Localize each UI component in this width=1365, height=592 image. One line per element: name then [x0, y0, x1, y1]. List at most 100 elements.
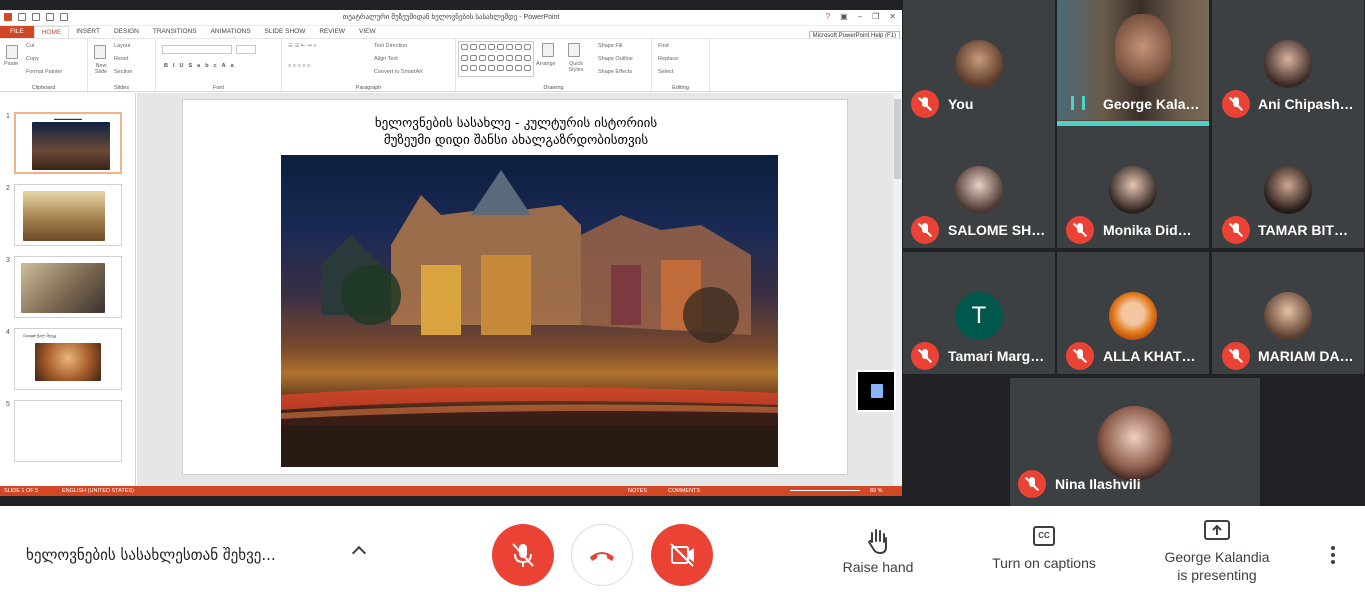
captions-button[interactable]: CC Turn on captions: [983, 526, 1105, 572]
mic-off-icon: [1018, 470, 1046, 498]
mic-off-icon: [1222, 216, 1250, 244]
camera-off-icon: [670, 543, 694, 567]
ribbon-display-icon[interactable]: ▣: [840, 12, 848, 21]
new-slide-icon[interactable]: [94, 45, 106, 59]
zoom-slider[interactable]: [790, 490, 860, 491]
avatar: [1109, 166, 1157, 214]
thumb-number: 1: [6, 113, 10, 120]
select-button[interactable]: Select: [658, 69, 673, 75]
slide-thumbnail-2[interactable]: [14, 184, 122, 246]
zoom-level[interactable]: 89 %: [870, 486, 883, 496]
ppt-window-title: თეატრალური მუზეუმიდან ხელოვნების სასახლე…: [342, 14, 560, 21]
help-icon[interactable]: ?: [826, 12, 830, 21]
slide-thumbnail-5[interactable]: [14, 400, 122, 462]
meeting-controls-bar: ხელოვნების სასახლესთან შეხვე... Raise ha…: [0, 506, 1365, 592]
tab-slide-show[interactable]: SLIDE SHOW: [258, 26, 313, 38]
presentation-bookmark-icon[interactable]: [856, 370, 896, 412]
paste-label[interactable]: Paste: [4, 61, 18, 67]
tab-animations[interactable]: ANIMATIONS: [204, 26, 258, 38]
participant-tile: TAMAR BIT…: [1212, 126, 1364, 248]
meeting-title[interactable]: ხელოვნების სასახლესთან შეხვე...: [26, 546, 276, 564]
participant-tile: MARIAM DA…: [1212, 252, 1364, 374]
notes-button[interactable]: NOTES: [628, 486, 647, 496]
participant-tile: Ani Chipash…: [1212, 0, 1364, 126]
align-text-button[interactable]: Align Text: [374, 56, 398, 62]
section-button[interactable]: Section: [114, 69, 132, 75]
font-format-buttons[interactable]: BIUSabcAa: [164, 63, 239, 69]
tab-review[interactable]: REVIEW: [312, 26, 352, 38]
paragraph-group: ☰ ☰ ⇤ ⇥ ≡ ≡ ≡ ≡ ≡ ≡ Text Direction Align…: [282, 39, 456, 93]
thumb-image-4: [35, 343, 101, 381]
tab-transitions[interactable]: TRANSITIONS: [146, 26, 204, 38]
comments-button[interactable]: COMMENTS: [668, 486, 700, 496]
shape-outline-button[interactable]: Shape Outline: [598, 56, 633, 62]
slide-thumbnail-1[interactable]: ▬▬▬▬▬▬▬: [14, 112, 122, 174]
avatar-initial: T: [971, 302, 987, 329]
tab-design[interactable]: DESIGN: [107, 26, 146, 38]
convert-smartart-button[interactable]: Convert to SmartArt: [374, 69, 423, 75]
thumb-image-1: [32, 122, 110, 170]
chevron-up-icon[interactable]: [351, 545, 367, 561]
tab-insert[interactable]: INSERT: [69, 26, 107, 38]
mic-toggle-button[interactable]: [492, 524, 554, 586]
thumb-number: 2: [6, 185, 10, 192]
thumb-image-2: [23, 191, 105, 241]
quick-styles-icon[interactable]: [568, 43, 580, 57]
tab-home[interactable]: HOME: [33, 26, 70, 38]
raise-hand-button[interactable]: Raise hand: [838, 526, 918, 576]
reset-button[interactable]: Reset: [114, 56, 128, 62]
slide-thumbnail-3[interactable]: [14, 256, 122, 318]
close-icon[interactable]: ✕: [889, 12, 896, 21]
font-size-box[interactable]: [236, 45, 256, 54]
drawing-label: Drawing: [543, 85, 564, 91]
mic-off-icon: [512, 543, 534, 567]
leave-call-button[interactable]: [571, 524, 633, 586]
thumb4-title: Google ქალ შდეგ: [23, 333, 57, 338]
cut-button[interactable]: Cut: [26, 43, 35, 49]
text-direction-button[interactable]: Text Direction: [374, 43, 407, 49]
shape-fill-button[interactable]: Shape Fill: [598, 43, 622, 49]
presenting-button[interactable]: George Kalandia is presenting: [1150, 520, 1284, 584]
presenter-name: George Kalandia: [1164, 549, 1270, 565]
shapes-gallery[interactable]: [458, 41, 534, 77]
format-painter-button[interactable]: Format Painter: [26, 69, 62, 75]
avatar: [1109, 292, 1157, 340]
mic-off-icon: [1222, 90, 1250, 118]
find-button[interactable]: Find: [658, 43, 669, 49]
font-label: Font: [212, 85, 224, 91]
camera-toggle-button[interactable]: [651, 524, 713, 586]
paste-icon[interactable]: [6, 45, 18, 59]
shape-effects-button[interactable]: Shape Effects: [598, 69, 632, 75]
participant-tile: Nina Ilashvili: [1010, 378, 1260, 506]
font-name-box[interactable]: [162, 45, 232, 54]
list-buttons[interactable]: ☰ ☰ ⇤ ⇥ ≡: [288, 43, 316, 49]
powerpoint-window: თეატრალური მუზეუმიდან ხელოვნების სასახლე…: [0, 10, 902, 496]
participant-name: Nina Ilashvili: [1055, 476, 1141, 492]
replace-button[interactable]: Replace: [658, 56, 678, 62]
new-slide-button[interactable]: New Slide: [91, 63, 111, 75]
meet-stage: თეატრალური მუზეუმიდან ხელოვნების სასახლე…: [0, 0, 1365, 506]
restore-icon[interactable]: ❐: [872, 12, 879, 21]
vertical-scrollbar[interactable]: [893, 93, 902, 490]
arrange-button[interactable]: Arrange: [536, 61, 556, 67]
editing-label: Editing: [672, 85, 689, 91]
editing-group: Find Replace Select Editing: [652, 39, 710, 93]
mic-off-icon: [1222, 342, 1250, 370]
tab-view[interactable]: VIEW: [352, 26, 383, 38]
slide-title-line2: მუზეუმი დიდი შანსი ახალგაზრდობისთვის: [383, 133, 649, 148]
quick-styles-button[interactable]: Quick Styles: [566, 61, 586, 73]
participant-name: ALLA KHAT…: [1103, 348, 1196, 364]
tab-file[interactable]: FILE: [0, 26, 34, 38]
minimize-icon[interactable]: –: [858, 12, 862, 21]
present-screen-icon: [1204, 520, 1230, 540]
language-indicator[interactable]: ENGLISH (UNITED STATES): [62, 486, 134, 496]
copy-button[interactable]: Copy: [26, 56, 39, 62]
thumb-number: 4: [6, 329, 10, 336]
arrange-icon[interactable]: [542, 43, 554, 57]
ribbon: Paste Cut Copy Format Painter Clipboard …: [0, 38, 902, 93]
ppt-titlebar: თეატრალური მუზეუმიდან ხელოვნების სასახლე…: [0, 10, 902, 26]
slide-thumbnail-4[interactable]: Google ქალ შდეგ: [14, 328, 122, 390]
align-buttons[interactable]: ≡ ≡ ≡ ≡ ≡: [288, 63, 310, 69]
more-options-icon[interactable]: [1331, 546, 1335, 567]
layout-button[interactable]: Layout: [114, 43, 131, 49]
